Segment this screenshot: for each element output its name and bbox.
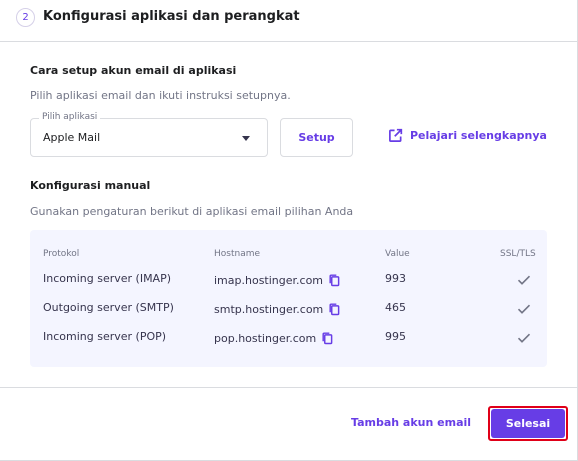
setup-section-subtitle: Pilih aplikasi email dan ikuti instruksi…: [30, 89, 291, 102]
check-icon: [517, 271, 531, 290]
hostname-text: imap.hostinger.com: [214, 274, 324, 287]
done-button[interactable]: Selesai: [491, 409, 565, 438]
value-cell: 993: [385, 272, 406, 285]
column-header-protocol: Protokol: [43, 249, 80, 259]
manual-section-title: Konfigurasi manual: [30, 179, 151, 192]
column-header-hostname: Hostname: [214, 249, 261, 259]
setup-button[interactable]: Setup: [280, 118, 353, 157]
protocol-cell: Incoming server (POP): [43, 330, 167, 343]
check-icon: [517, 300, 531, 319]
step-title: Konfigurasi aplikasi dan perangkat: [43, 9, 300, 24]
table-row: Outgoing server (SMTP) smtp.hostinger.co…: [30, 301, 547, 327]
column-header-ssl: SSL/TLS: [500, 249, 536, 259]
manual-section-subtitle: Gunakan pengaturan berikut di aplikasi e…: [30, 205, 354, 218]
learn-more-label: Pelajari selengkapnya: [410, 129, 547, 142]
chevron-down-icon: [242, 136, 250, 141]
hostname-cell: imap.hostinger.com: [214, 274, 340, 287]
hostname-text: smtp.hostinger.com: [214, 303, 324, 316]
table-row: Incoming server (POP) pop.hostinger.com …: [30, 330, 547, 356]
app-select-value: Apple Mail: [43, 131, 101, 144]
add-email-account-link[interactable]: Tambah akun email: [351, 416, 471, 429]
protocol-cell: Incoming server (IMAP): [43, 272, 172, 285]
app-select[interactable]: Pilih aplikasi Apple Mail: [30, 112, 268, 157]
copy-icon[interactable]: [329, 274, 340, 287]
step-number-badge: 2: [16, 8, 35, 27]
setup-section-title: Cara setup akun email di aplikasi: [30, 64, 237, 77]
hostname-cell: smtp.hostinger.com: [214, 303, 340, 316]
step-header: 2 Konfigurasi aplikasi dan perangkat: [0, 0, 578, 42]
hostname-cell: pop.hostinger.com: [214, 332, 333, 345]
check-icon: [517, 329, 531, 348]
copy-icon[interactable]: [322, 332, 333, 345]
external-link-icon: [389, 128, 403, 142]
server-settings-table: Protokol Hostname Value SSL/TLS Incoming…: [30, 230, 547, 367]
learn-more-link[interactable]: Pelajari selengkapnya: [388, 128, 547, 143]
table-row: Incoming server (IMAP) imap.hostinger.co…: [30, 272, 547, 298]
copy-icon[interactable]: [329, 303, 340, 316]
hostname-text: pop.hostinger.com: [214, 332, 317, 345]
protocol-cell: Outgoing server (SMTP): [43, 301, 174, 314]
value-cell: 995: [385, 330, 406, 343]
app-select-label: Pilih aplikasi: [39, 112, 101, 122]
config-panel: 2 Konfigurasi aplikasi dan perangkat Car…: [0, 0, 578, 461]
column-header-value: Value: [385, 249, 410, 259]
value-cell: 465: [385, 301, 406, 314]
footer-divider: [0, 387, 578, 388]
